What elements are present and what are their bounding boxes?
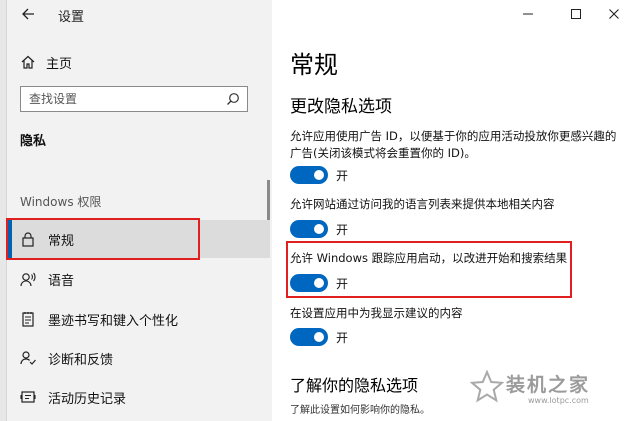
- toggle-state-label: 开: [336, 222, 349, 237]
- minimize-button[interactable]: [508, 0, 548, 28]
- toggle-ad-id[interactable]: [290, 166, 328, 184]
- toggle-knob: [314, 224, 324, 234]
- toggle-knob: [314, 332, 324, 342]
- option-row-suggested-content: 开: [290, 327, 348, 347]
- toggle-track-launches[interactable]: [290, 274, 328, 292]
- speech-icon: [20, 272, 36, 287]
- toggle-state-label: 开: [336, 330, 349, 345]
- window-edge: [0, 0, 7, 421]
- group-label-windows-permissions: Windows 权限: [20, 195, 102, 209]
- window-title: 设置: [58, 10, 85, 25]
- option-description-suggested-content: 在设置应用中为我显示建议的内容: [290, 306, 463, 320]
- sidebar-item-label: 活动历史记录: [48, 391, 127, 407]
- toggle-knob: [314, 170, 324, 180]
- minimize-icon: [523, 13, 533, 15]
- sidebar-item-diagnostics[interactable]: 诊断和反馈: [8, 339, 270, 377]
- search-icon[interactable]: [226, 92, 240, 106]
- toggle-knob: [314, 278, 324, 288]
- search-input[interactable]: [21, 87, 217, 111]
- learn-privacy-title: 了解你的隐私选项: [290, 376, 419, 395]
- back-button[interactable]: [18, 2, 38, 26]
- history-icon: [20, 391, 36, 403]
- toggle-suggested-content[interactable]: [290, 328, 328, 346]
- toggle-state-label: 开: [336, 168, 349, 183]
- highlight-box-general: [6, 218, 200, 260]
- option-description-track-launches: 允许 Windows 跟踪应用启动，以改进开始和搜索结果: [290, 251, 568, 265]
- watermark-url: www.lotpc.com: [528, 396, 589, 405]
- notepad-icon: [22, 312, 34, 327]
- sidebar-item-label: 诊断和反馈: [48, 352, 114, 368]
- option-row-language-list: 开: [290, 219, 348, 239]
- option-row-ad-id: 开: [290, 165, 348, 185]
- option-description-ad-id: 允许应用使用广告 ID，以便基于你的应用活动投放你更感兴趣的广告(关闭该模式将会…: [290, 129, 617, 160]
- option-row-track-launches: 开: [290, 273, 348, 293]
- section-label-privacy: 隐私: [20, 134, 47, 149]
- watermark: 装机之家 www.lotpc.com: [470, 368, 630, 412]
- star-logo-icon: [470, 370, 504, 403]
- sidebar-item-activity-history[interactable]: 活动历史记录: [8, 378, 270, 416]
- option-description-language-list: 允许网站通过访问我的语言列表来提供本地相关内容: [290, 197, 555, 211]
- section-subtitle: 更改隐私选项: [290, 97, 392, 117]
- home-label: 主页: [46, 57, 73, 72]
- close-icon: [609, 9, 619, 19]
- maximize-icon: [571, 9, 581, 19]
- sidebar-item-label: 墨迹书写和键入个性化: [48, 313, 179, 329]
- search-box[interactable]: [20, 86, 248, 112]
- toggle-state-label: 开: [336, 276, 349, 291]
- feedback-icon: [20, 351, 36, 365]
- sidebar-item-inking-typing[interactable]: 墨迹书写和键入个性化: [8, 300, 270, 338]
- home-icon: [21, 55, 35, 69]
- home-nav-item[interactable]: 主页: [14, 46, 254, 76]
- page-title: 常规: [290, 51, 338, 79]
- learn-privacy-link[interactable]: 了解此设置如何影响你的隐私。: [290, 401, 430, 416]
- toggle-language-list[interactable]: [290, 220, 328, 238]
- watermark-text: 装机之家: [506, 374, 591, 396]
- sidebar-item-speech[interactable]: 语音: [8, 260, 270, 298]
- back-arrow-icon: [22, 8, 34, 20]
- sidebar-item-label: 语音: [48, 273, 75, 289]
- maximize-button[interactable]: [556, 0, 596, 28]
- close-button[interactable]: [594, 0, 634, 28]
